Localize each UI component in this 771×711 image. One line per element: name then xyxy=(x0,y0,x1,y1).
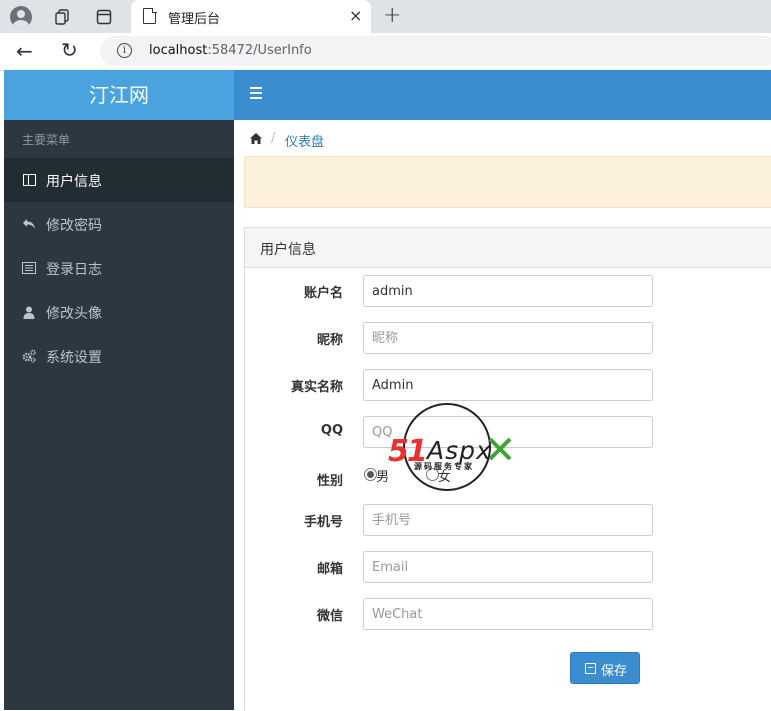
hamburger-menu-icon[interactable] xyxy=(250,87,262,89)
sidebar-item-login-log[interactable]: 登录日志 xyxy=(4,246,234,290)
alert-banner xyxy=(244,156,771,208)
svg-text:源码服务专家: 源码服务专家 xyxy=(414,461,474,471)
nickname-label: 昵称 xyxy=(316,333,343,348)
back-arrow-icon[interactable]: ← xyxy=(16,39,33,63)
tab-title: 管理后台 xyxy=(168,12,221,27)
wechat-label: 微信 xyxy=(316,609,343,624)
address-bar[interactable]: i localhost:58472/UserInfo xyxy=(100,36,771,66)
sidebar-item-change-avatar[interactable]: 修改头像 xyxy=(4,290,234,334)
home-icon[interactable] xyxy=(250,133,262,144)
sidebar: 主要菜单 用户信息 修改密码 登录日志 修改头像 系统设置 xyxy=(4,120,234,710)
document-icon xyxy=(143,7,157,24)
sidebar-item-user-info[interactable]: 用户信息 xyxy=(4,158,234,202)
menu-header: 主要菜单 xyxy=(22,133,71,147)
account-input[interactable] xyxy=(363,275,653,307)
browser-tab-strip: 管理后台 × + xyxy=(0,0,771,33)
top-navbar xyxy=(234,70,771,120)
tab-actions-icon[interactable] xyxy=(91,4,117,30)
save-button[interactable]: 保存 xyxy=(570,652,640,684)
51aspx-watermark-logo: 51 Aspx 源码服务专家 xyxy=(388,403,512,491)
url-text[interactable]: localhost:58472/UserInfo xyxy=(149,43,312,58)
sidebar-item-label: 用户信息 xyxy=(46,174,102,190)
list-icon xyxy=(22,261,36,275)
save-icon xyxy=(585,663,596,674)
sidebar-item-label: 修改密码 xyxy=(46,218,102,234)
gender-label: 性别 xyxy=(316,474,343,489)
phone-label: 手机号 xyxy=(303,515,343,530)
site-info-icon[interactable]: i xyxy=(117,43,132,58)
profile-icon[interactable] xyxy=(8,4,34,30)
sidebar-item-label: 系统设置 xyxy=(46,350,102,366)
svg-text:Aspx: Aspx xyxy=(425,436,492,465)
breadcrumb-separator: / xyxy=(271,131,276,146)
save-button-label: 保存 xyxy=(601,663,628,678)
realname-input[interactable] xyxy=(363,369,653,401)
sidebar-item-label: 登录日志 xyxy=(46,262,102,278)
panel-title: 用户信息 xyxy=(260,242,316,258)
email-label: 邮箱 xyxy=(316,562,343,577)
new-tab-button[interactable]: + xyxy=(383,3,401,28)
account-label: 账户名 xyxy=(303,286,343,301)
reply-icon xyxy=(22,217,36,231)
columns-icon xyxy=(22,173,36,187)
phone-input[interactable] xyxy=(363,504,653,536)
email-input[interactable] xyxy=(363,551,653,583)
breadcrumb-dashboard-link[interactable]: 仪表盘 xyxy=(285,131,324,150)
close-tab-icon[interactable]: × xyxy=(349,6,362,25)
sidebar-item-change-password[interactable]: 修改密码 xyxy=(4,202,234,246)
workspaces-icon[interactable] xyxy=(49,4,75,30)
brand-logo[interactable]: 汀江网 xyxy=(4,70,234,120)
cogs-icon xyxy=(22,349,36,363)
panel-heading: 用户信息 xyxy=(245,228,771,268)
wechat-input[interactable] xyxy=(363,598,653,630)
nickname-input[interactable] xyxy=(363,322,653,354)
sidebar-item-label: 修改头像 xyxy=(46,306,102,322)
sidebar-item-system-settings[interactable]: 系统设置 xyxy=(4,334,234,378)
reload-icon[interactable]: ↻ xyxy=(61,38,78,62)
browser-tab-active[interactable]: 管理后台 × xyxy=(131,0,371,33)
user-icon xyxy=(22,305,36,319)
browser-toolbar: ← ↻ i localhost:58472/UserInfo xyxy=(0,33,771,71)
qq-label: QQ xyxy=(320,423,343,438)
realname-label: 真实名称 xyxy=(290,380,343,395)
